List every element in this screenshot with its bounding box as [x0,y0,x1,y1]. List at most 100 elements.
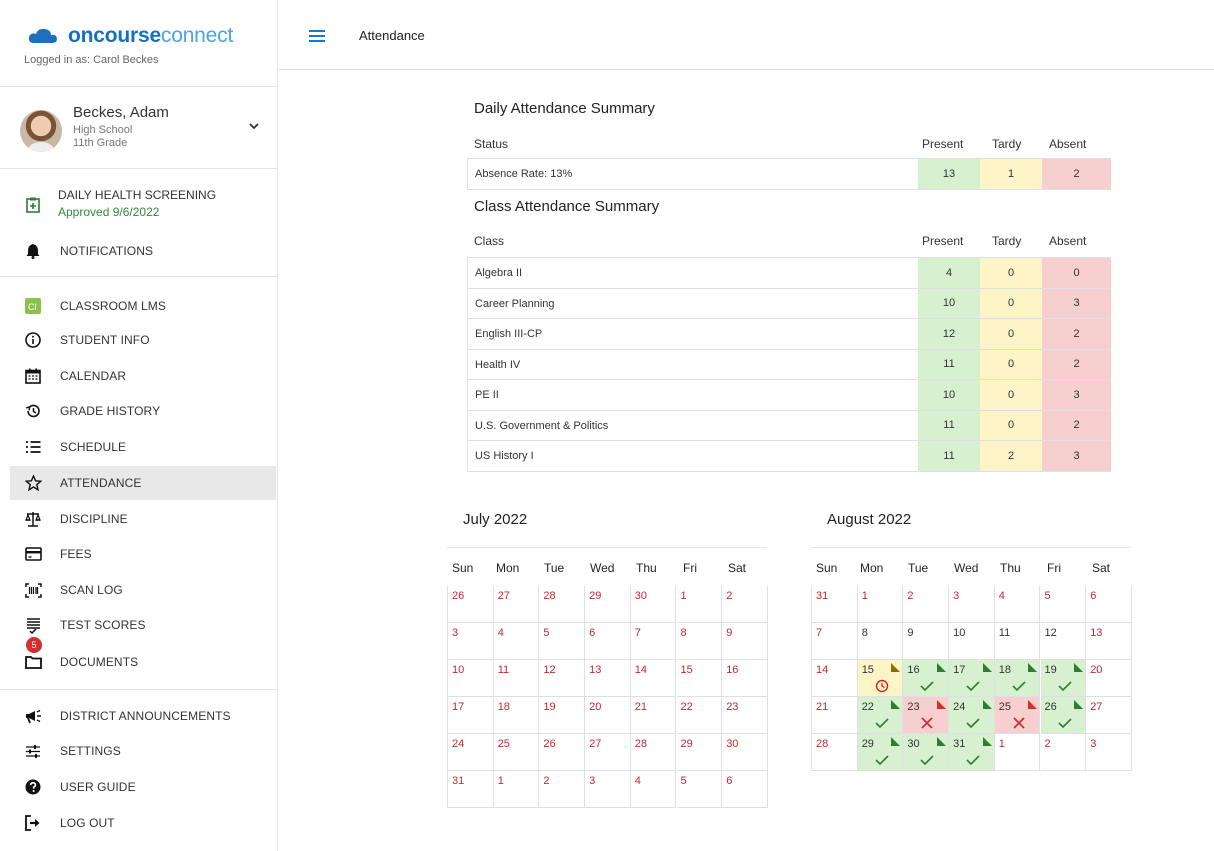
app-logo[interactable]: oncourseconnect [28,24,233,48]
daily-health-screening[interactable]: DAILY HEALTH SCREENING Approved 9/6/2022 [24,184,274,228]
calendar-day[interactable]: 6 [722,771,768,808]
calendar-day[interactable]: 2 [1040,734,1087,771]
calendar-day[interactable]: 20 [1086,660,1132,697]
nav-notifications[interactable]: NOTIFICATIONS [10,234,276,268]
calendar-day[interactable]: 6 [1086,586,1132,623]
calendar-day[interactable]: 5 [1040,586,1087,623]
calendar-day[interactable]: 27 [493,586,540,623]
chevron-down-icon[interactable] [248,120,260,132]
nav-student-info[interactable]: STUDENT INFO [10,323,276,357]
calendar-day[interactable]: 28 [539,586,586,623]
calendar-day[interactable]: 25 [493,734,540,771]
calendar-day[interactable]: 7 [630,623,677,660]
calendar-day[interactable]: 4 [630,771,677,808]
nav-user-guide[interactable]: USER GUIDE [10,770,276,804]
calendar-day[interactable]: 5 [676,771,723,808]
calendar-day[interactable]: 1 [994,734,1041,771]
weekday-label: Sat [1092,561,1111,575]
nav-fees[interactable]: FEES [10,537,276,571]
calendar-day[interactable]: 26 [448,586,494,623]
calendar-day[interactable]: 24 [949,697,995,734]
nav-district-announcements[interactable]: DISTRICT ANNOUNCEMENTS [10,699,276,733]
calendar-day[interactable]: 29 [857,734,904,771]
calendar-day[interactable]: 7 [812,623,858,660]
nav-discipline[interactable]: DISCIPLINE [10,502,276,536]
calendar-day[interactable]: 22 [857,697,904,734]
nav-scan-log[interactable]: SCAN LOG [10,573,276,607]
calendar-day[interactable]: 14 [812,660,858,697]
calendar-day[interactable]: 11 [493,660,540,697]
calendar-day[interactable]: 12 [539,660,586,697]
calendar-day[interactable]: 3 [448,623,494,660]
nav-classroom-lms[interactable]: Cl CLASSROOM LMS [10,289,276,323]
nav-attendance[interactable]: ATTENDANCE [10,466,276,500]
nav-documents[interactable]: DOCUMENTS [10,645,276,679]
nav-calendar[interactable]: CALENDAR [10,359,276,393]
calendar-day[interactable]: 12 [1040,623,1087,660]
calendar-day[interactable]: 13 [585,660,631,697]
calendar-day[interactable]: 9 [722,623,768,660]
calendar-day[interactable]: 31 [812,586,858,623]
calendar-day[interactable]: 23 [903,697,950,734]
calendar-day[interactable]: 29 [585,586,631,623]
calendar-day[interactable]: 19 [1040,660,1087,697]
calendar-day[interactable]: 1 [676,586,723,623]
calendar-day[interactable]: 20 [585,697,631,734]
calendar-day[interactable]: 31 [949,734,995,771]
calendar-day[interactable]: 24 [448,734,494,771]
nav-grade-history[interactable]: GRADE HISTORY [10,394,276,428]
calendar-day[interactable]: 3 [585,771,631,808]
calendar-day[interactable]: 29 [676,734,723,771]
calendar-day[interactable]: 17 [949,660,995,697]
calendar-day[interactable]: 28 [812,734,858,771]
calendar-day[interactable]: 15 [676,660,723,697]
calendar-day[interactable]: 30 [630,586,677,623]
nav-log-out[interactable]: LOG OUT [10,806,276,840]
calendar-day[interactable]: 18 [493,697,540,734]
calendar-day[interactable]: 10 [949,623,995,660]
calendar-day[interactable]: 16 [722,660,768,697]
calendar-day[interactable]: 9 [903,623,950,660]
calendar-day[interactable]: 4 [493,623,540,660]
calendar-day[interactable]: 18 [994,660,1041,697]
student-selector[interactable]: Beckes, Adam High School 11th Grade [20,104,270,156]
calendar-day[interactable]: 1 [857,586,904,623]
calendar-day[interactable]: 2 [722,586,768,623]
calendar-day[interactable]: 23 [722,697,768,734]
calendar-day[interactable]: 4 [994,586,1041,623]
calendar-day[interactable]: 6 [585,623,631,660]
calendar-day[interactable]: 19 [539,697,586,734]
calendar-day[interactable]: 14 [630,660,677,697]
calendar-day[interactable]: 31 [448,771,494,808]
calendar-day[interactable]: 3 [1086,734,1132,771]
calendar-day[interactable]: 2 [539,771,586,808]
calendar-day[interactable]: 10 [448,660,494,697]
hamburger-menu-icon[interactable] [309,30,325,42]
calendar-day[interactable]: 5 [539,623,586,660]
calendar-day[interactable]: 28 [630,734,677,771]
calendar-day[interactable]: 26 [1040,697,1087,734]
calendar-day[interactable]: 3 [949,586,995,623]
calendar-day[interactable]: 26 [539,734,586,771]
calendar-day[interactable]: 30 [722,734,768,771]
calendar-day[interactable]: 30 [903,734,950,771]
nav-settings[interactable]: SETTINGS [10,734,276,768]
calendar-day[interactable]: 21 [812,697,858,734]
nav-test-scores[interactable]: TEST SCORES [10,608,276,642]
page-title: Attendance [359,28,425,43]
calendar-day[interactable]: 22 [676,697,723,734]
calendar-day[interactable]: 2 [903,586,950,623]
calendar-day[interactable]: 27 [1086,697,1132,734]
nav-schedule[interactable]: SCHEDULE [10,430,276,464]
calendar-day[interactable]: 25 [994,697,1041,734]
calendar-day[interactable]: 15 [857,660,904,697]
calendar-day[interactable]: 8 [676,623,723,660]
calendar-day[interactable]: 17 [448,697,494,734]
calendar-day[interactable]: 16 [903,660,950,697]
calendar-day[interactable]: 1 [493,771,540,808]
calendar-day[interactable]: 8 [857,623,904,660]
calendar-day[interactable]: 21 [630,697,677,734]
calendar-day[interactable]: 11 [994,623,1041,660]
calendar-day[interactable]: 13 [1086,623,1132,660]
calendar-day[interactable]: 27 [585,734,631,771]
